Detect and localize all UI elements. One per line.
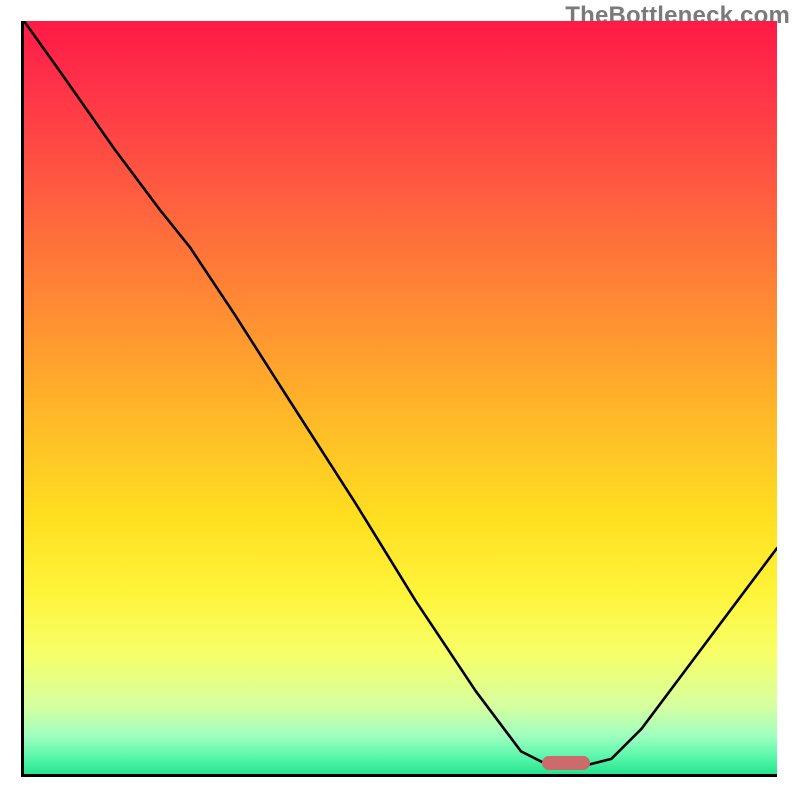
chart-axes bbox=[21, 21, 777, 777]
chart-container: TheBottleneck.com bbox=[0, 0, 800, 800]
